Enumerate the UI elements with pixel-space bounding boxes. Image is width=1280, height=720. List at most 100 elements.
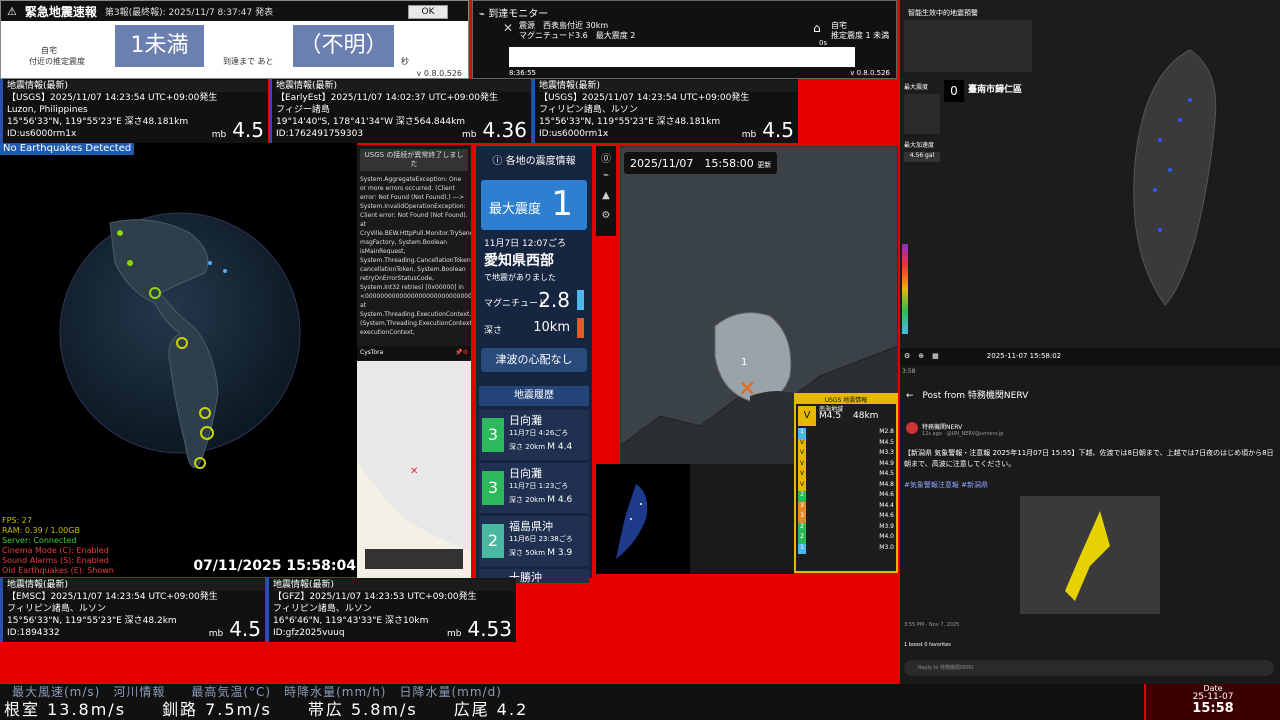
arrival-line2: マグニチュード3.6 最大震度 2 (519, 31, 636, 40)
info-icon: ⓘ (492, 156, 503, 167)
quake-date: 11月7日 12:07ごろ (484, 239, 566, 249)
tweet-author[interactable]: 特務機関NERV (922, 422, 962, 431)
card-header: 地震情報(最新) (539, 80, 798, 92)
gear-icon[interactable]: ⚙ (600, 210, 612, 222)
epicenter-x-icon: ✕ (503, 21, 514, 35)
history-intensity: 2 (482, 524, 504, 558)
usgs-row[interactable]: V M4.9 (798, 459, 894, 470)
no-earthquakes-badge: No Earthquakes Detected (0, 143, 135, 155)
usgs-row[interactable]: V M4.8 (798, 480, 894, 491)
taiwan-title: 智能生效中的地震預警 (908, 9, 978, 17)
usgs-row[interactable]: 3 M4.4 (798, 501, 894, 512)
card-source: 【USGS】2025/11/07 14:23:54 UTC+09:00発生 (7, 93, 218, 103)
card-source: 【EarlyEst】2025/11/07 14:02:37 UTC+09:00発… (276, 93, 498, 103)
usgs-row[interactable]: V M4.5 (798, 438, 894, 449)
globe-stats: FPS: 27 RAM: 0.39 / 1.00GB Server: Conne… (2, 516, 114, 576)
card-region: フィリピン諸島、ルソン (273, 604, 372, 614)
eew-estimate-label: 付近の推定震度 (29, 57, 85, 66)
error-footer: CysTora 📌⚙ (357, 346, 471, 360)
eew-until-label: 到達まで あと (223, 57, 274, 66)
tsunami-status: 津波の心配なし (481, 348, 587, 372)
card-header: 地震情報(最新) (7, 579, 265, 591)
quake-place: 愛知県西部 (484, 253, 554, 269)
history-item[interactable]: 3 日向灘 11月7日 4:26ごろ 深さ 20km M 4.4 (479, 410, 589, 460)
usgs-row[interactable]: 3 M4.6 (798, 512, 894, 523)
quake-card-3[interactable]: 地震情報(最新) 【USGS】2025/11/07 14:23:54 UTC+0… (532, 79, 798, 143)
usgs-row[interactable]: 1 M2.8 (798, 428, 894, 439)
tweet-tags[interactable]: #気象警報注意報 #新潟県 (904, 480, 988, 490)
depth-value: 10km (533, 320, 570, 335)
globe-view[interactable] (0, 143, 357, 577)
ok-button[interactable]: OK (408, 5, 448, 19)
card-magnitude: mb 4.36 (461, 118, 527, 142)
history-list: 3 日向灘 11月7日 4:26ごろ 深さ 20km M 4.4 3 日向灘 1… (479, 410, 589, 584)
usgs-row[interactable]: V M4.5 (798, 470, 894, 481)
usgs-title: USGS 地震情報 (796, 395, 896, 404)
back-arrow-icon[interactable]: ← (906, 391, 914, 401)
quake-card-1[interactable]: 地震情報(最新) 【USGS】2025/11/07 14:23:54 UTC+0… (0, 79, 268, 143)
wave-icon[interactable]: ⌁ (600, 170, 612, 182)
usgs-row[interactable]: V M3.3 (798, 449, 894, 460)
card-source: 【EMSC】2025/11/07 14:23:54 UTC+09:00発生 (7, 592, 218, 602)
usgs-row[interactable]: 2 M4.0 (798, 533, 894, 544)
eew-title: 緊急地震速報 (24, 4, 97, 19)
cinema-stat: Cinema Mode (C): Enabled (2, 546, 109, 555)
taiwan-int-box (904, 94, 940, 134)
map-update-label: 更新 (757, 161, 772, 169)
info-title-text: 各地の震度情報 (505, 156, 576, 167)
arrival-version: v 0.8.0.526 (850, 69, 890, 77)
home-icon: ⌂ (813, 21, 821, 35)
map-toolbar: ⓪ ⌁ ▲ ⚙ (596, 146, 616, 236)
sub-map (690, 464, 794, 574)
map-timestamp: 2025/11/07 15:58:00 更新 (624, 152, 778, 174)
card-region: Luzon, Philippines (7, 105, 88, 115)
history-title: 地震履歴 (479, 386, 589, 406)
tweet-stats: 1 boost 0 favorites (904, 642, 951, 648)
usgs-row[interactable]: 2 M3.9 (798, 522, 894, 533)
layers-icon[interactable]: ▦ (932, 352, 939, 362)
globe-svg (59, 212, 301, 469)
history-place: 日向灘 (509, 467, 542, 480)
gear-icon[interactable]: ⚙ (904, 352, 910, 362)
taiwan-station: 臺南市歸仁區 (968, 85, 1023, 95)
usgs-level: V (798, 406, 816, 426)
tweet-clock: 3:58 (902, 368, 916, 375)
mini-map-svg: ✕ (357, 461, 471, 578)
old-eq-stat: Old Earthquakes (E): Shown (2, 566, 114, 575)
info-icon[interactable]: ⓪ (600, 150, 612, 165)
taiwan-max-int: 0 (944, 80, 964, 102)
arrival-epicenter: 震源 西表島付近 30km マグニチュード3.6 最大震度 2 (519, 21, 635, 41)
avatar[interactable] (906, 422, 918, 434)
taiwan-pga: 4.56 gal (904, 152, 940, 162)
card-header: 地震情報(最新) (7, 80, 268, 92)
arrival-home-int: 推定震度 1 未満 (831, 31, 890, 40)
quake-card-5[interactable]: 地震情報(最新) 【GFZ】2025/11/07 14:23:53 UTC+09… (266, 578, 516, 642)
mini-map[interactable]: ✕ (357, 361, 471, 578)
quake-marker (223, 269, 227, 273)
pin-icon[interactable]: 📌⚙ (455, 349, 468, 356)
warning-icon[interactable]: ▲ (600, 190, 612, 202)
eew-version: v 0.8.0.526 (416, 69, 462, 78)
arrival-title: ⌁ 到達モニター (479, 5, 548, 20)
usgs-row[interactable]: 1 M3.0 (798, 543, 894, 554)
taiwan-toolbar: ⚙ ⊕ ▦ 2025-11-07 15:58:02 (900, 348, 1280, 366)
quake-card-4[interactable]: 地震情報(最新) 【EMSC】2025/11/07 14:23:54 UTC+0… (0, 578, 265, 642)
usgs-row[interactable]: 2 M4.6 (798, 491, 894, 502)
tweet-image[interactable] (1020, 496, 1160, 614)
map-time: 2025/11/07 15:58:00 (630, 157, 754, 170)
history-item[interactable]: 2 福島県沖 11月6日 23:38ごろ 深さ 50km M 3.9 (479, 516, 589, 566)
depth-bar (577, 318, 584, 338)
error-panel: USGS の接続が異常終了しました System.AggregateExcept… (357, 145, 471, 361)
card-header: 地震情報(最新) (276, 80, 531, 92)
location-icon[interactable]: ⊕ (918, 352, 924, 362)
nied-map (596, 464, 690, 574)
error-title: USGS の接続が異常終了しました (360, 149, 468, 171)
card-region: フィジー諸島 (276, 105, 330, 115)
quake-card-2[interactable]: 地震情報(最新) 【EarlyEst】2025/11/07 14:02:37 U… (269, 79, 531, 143)
card-source: 【USGS】2025/11/07 14:23:54 UTC+09:00発生 (539, 93, 750, 103)
social-panel: 3:58 ← Post from 特務機関NERV 特務機関NERV 12s a… (900, 366, 1280, 684)
history-intensity: 3 (482, 418, 504, 452)
history-item[interactable]: 3 日向灘 11月7日 1:23ごろ 深さ 20km M 4.6 (479, 463, 589, 513)
quake-marker (208, 261, 212, 265)
reply-input[interactable]: Reply to 特務機関NERV (904, 660, 1274, 676)
